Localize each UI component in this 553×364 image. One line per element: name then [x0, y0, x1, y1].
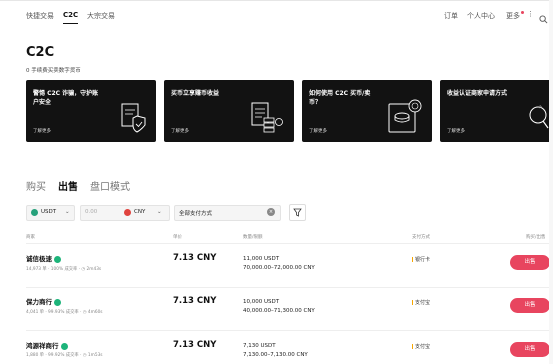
- cny-icon: [124, 209, 131, 216]
- banner-title: 如何使用 C2C 买币/卖币？: [309, 90, 371, 106]
- chevron-right-icon[interactable]: ›: [539, 102, 542, 111]
- quantity: 11,000 USDT: [243, 256, 280, 262]
- nav-more-label: 更多: [506, 12, 520, 20]
- payment-label: 支付宝: [415, 344, 431, 350]
- table-row: 保力商行: [26, 296, 61, 306]
- merchant-name[interactable]: 诚信极速: [26, 253, 61, 263]
- page-subtitle: 0 手续费买卖数字货币: [26, 68, 81, 74]
- nav-quick-trade[interactable]: 快捷交易: [26, 11, 54, 21]
- nav-orders[interactable]: 订单: [444, 11, 458, 21]
- clear-icon[interactable]: ×: [267, 208, 275, 216]
- header-quantity: 数量/限额: [243, 235, 263, 240]
- banner-earn[interactable]: 买币立享赚币收益 了解更多: [164, 80, 294, 142]
- tab-buy[interactable]: 购买: [26, 178, 46, 193]
- merchant-name-text: 诚信极速: [26, 255, 52, 263]
- payment-select-value: 全部支付方式: [179, 211, 213, 217]
- payment-marker: [412, 257, 413, 262]
- divider: [26, 243, 550, 244]
- merchant-name[interactable]: 保力商行: [26, 296, 61, 306]
- banner-learn-more[interactable]: 了解更多: [447, 128, 465, 134]
- quantity: 7,130 USDT: [243, 343, 276, 349]
- coin-card-icon: [388, 99, 422, 133]
- header-action: 购买/出售: [526, 235, 546, 240]
- banner-how-to[interactable]: 如何使用 C2C 买币/卖币？ 了解更多: [302, 80, 432, 142]
- nav-more[interactable]: 更多: [506, 11, 524, 21]
- merchant-name-text: 保力商行: [26, 298, 52, 306]
- sell-button[interactable]: 出售: [510, 342, 550, 357]
- nav-block-trade[interactable]: 大宗交易: [87, 11, 115, 21]
- amount-fiat-input[interactable]: 0.00 CNY ⌄: [80, 205, 170, 221]
- coin-select[interactable]: USDT ⌄: [26, 205, 75, 221]
- banner-title: 收益认证商家申请方式: [447, 90, 508, 97]
- chevron-down-icon: ⌄: [157, 209, 162, 215]
- payment-method: 支付宝: [412, 299, 430, 306]
- banner-title: 警惕 C2C 诈骗，守护账户安全: [33, 90, 99, 106]
- receipt-coins-icon: [251, 102, 283, 133]
- payment-method: 支付宝: [412, 343, 430, 350]
- limit: 40,000.00–71,300.00 CNY: [243, 308, 315, 314]
- verified-icon: [60, 342, 68, 350]
- coin-select-value: USDT: [41, 209, 57, 215]
- chevron-down-icon: ⌄: [65, 209, 70, 215]
- payment-marker: [412, 344, 413, 349]
- filter-button[interactable]: [289, 204, 306, 221]
- header-payment: 支付方式: [412, 235, 430, 240]
- merchant-name-text: 鸿源祥商行: [26, 342, 59, 350]
- quantity: 10,000 USDT: [243, 299, 280, 305]
- verified-icon: [54, 255, 61, 263]
- merchant-name[interactable]: 鸿源祥商行: [26, 340, 68, 350]
- tab-sell[interactable]: 出售: [58, 178, 78, 193]
- payment-select[interactable]: 全部支付方式 ×: [174, 205, 281, 221]
- limit: 7,130.00–7,130.00 CNY: [243, 352, 308, 358]
- scrollbar[interactable]: [549, 0, 553, 364]
- usdt-icon: [31, 209, 38, 216]
- verified-icon: [54, 298, 61, 306]
- magnifier-icon: [529, 106, 549, 129]
- divider: [26, 330, 550, 331]
- banner-merchant[interactable]: 收益认证商家申请方式 了解更多: [440, 80, 552, 142]
- payment-label: 支付宝: [415, 300, 431, 306]
- sell-button[interactable]: 出售: [510, 298, 550, 313]
- banner-learn-more[interactable]: 了解更多: [309, 128, 327, 134]
- merchant-stats: 4,041 单 · 99.93% 成交率 · ◷ 4m60s: [26, 310, 103, 315]
- table-row: 鸿源祥商行: [26, 340, 68, 350]
- funnel-icon: [293, 208, 302, 217]
- header-merchant: 商家: [26, 235, 35, 240]
- search-icon[interactable]: [539, 9, 548, 28]
- price: 7.13 CNY: [173, 253, 217, 263]
- sell-button[interactable]: 出售: [510, 255, 550, 270]
- tab-orderbook[interactable]: 盘口模式: [90, 178, 130, 193]
- page-title: C2C: [26, 45, 55, 60]
- fiat-select-value[interactable]: CNY: [134, 209, 145, 215]
- nav-profile[interactable]: 个人中心: [467, 11, 495, 21]
- amount-input[interactable]: 0.00: [85, 209, 97, 215]
- price: 7.13 CNY: [173, 340, 217, 350]
- more-vertical-icon[interactable]: ⋮: [527, 10, 534, 18]
- header-price: 单价: [173, 235, 182, 240]
- payment-label: 银行卡: [415, 257, 431, 263]
- banner-learn-more[interactable]: 了解更多: [171, 128, 189, 134]
- payment-marker: [412, 300, 413, 305]
- table-row: 诚信极速: [26, 253, 61, 263]
- nav-c2c[interactable]: C2C: [63, 11, 79, 24]
- merchant-stats: 1,880 单 · 99.92% 成交率 · ◷ 1m53s: [26, 353, 103, 358]
- price: 7.13 CNY: [173, 296, 217, 306]
- limit: 70,000.00–72,000.00 CNY: [243, 265, 315, 271]
- banner-title: 买币立享赚币收益: [171, 90, 220, 97]
- payment-method: 银行卡: [412, 256, 430, 263]
- banner-learn-more[interactable]: 了解更多: [33, 128, 51, 134]
- merchant-stats: 14,973 单 · 100% 成交率 · ◷ 2m43s: [26, 267, 102, 272]
- divider: [26, 287, 550, 288]
- banner-scam-warning[interactable]: 警惕 C2C 诈骗，守护账户安全 了解更多: [26, 80, 156, 142]
- shield-document-icon: [121, 103, 146, 133]
- notification-dot: [521, 11, 524, 14]
- top-border: [0, 0, 553, 1]
